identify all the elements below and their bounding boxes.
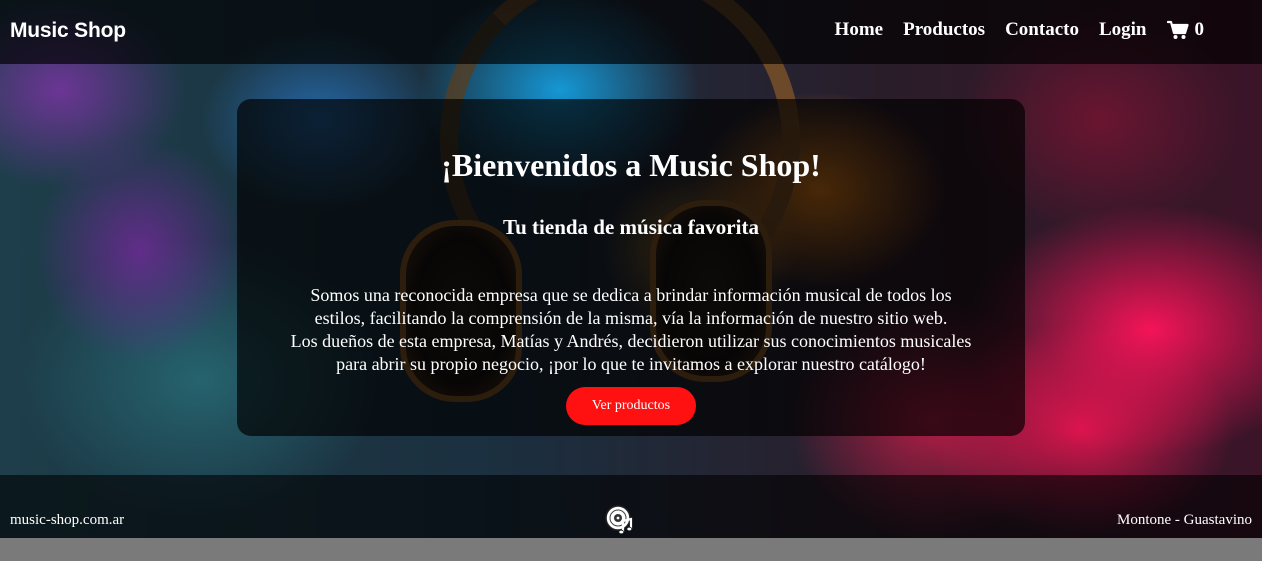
footer-authors: Montone - Guastavino: [1117, 512, 1252, 528]
cart-button[interactable]: 0: [1166, 19, 1205, 41]
ver-productos-button[interactable]: Ver productos: [566, 387, 696, 425]
page-subtitle: Tu tienda de música favorita: [503, 215, 759, 239]
footer-site-url: music-shop.com.ar: [10, 512, 125, 528]
intro-line: Los dueños de esta empresa, Matías y And…: [290, 331, 972, 351]
intro-paragraph: Somos una reconocida empresa que se dedi…: [251, 284, 1011, 376]
intro-line: Somos una reconocida empresa que se dedi…: [310, 285, 952, 305]
nav-link-contacto[interactable]: Contacto: [1005, 19, 1079, 41]
welcome-card: ¡Bienvenidos a Music Shop! Tu tienda de …: [237, 99, 1025, 436]
page-title: ¡Bienvenidos a Music Shop!: [441, 147, 821, 183]
shopping-cart-icon: [1166, 20, 1189, 39]
footer: music-shop.com.ar Montone - Guastavino: [0, 475, 1262, 538]
nav-links: Home Productos Contacto Login 0: [835, 19, 1204, 41]
nav-link-productos[interactable]: Productos: [903, 19, 985, 41]
intro-line: para abrir su propio negocio, ¡por lo qu…: [336, 354, 926, 374]
nav-link-login[interactable]: Login: [1099, 19, 1147, 41]
brand-logo-link[interactable]: Music Shop: [10, 19, 126, 43]
cart-count: 0: [1194, 19, 1205, 40]
intro-line: estilos, facilitando la comprensión de l…: [314, 308, 948, 328]
page-bottom-background: [0, 538, 1262, 561]
music-disc-icon: [605, 505, 633, 535]
nav-link-home[interactable]: Home: [835, 19, 884, 41]
navbar: Music Shop Home Productos Contacto Login…: [0, 0, 1262, 64]
